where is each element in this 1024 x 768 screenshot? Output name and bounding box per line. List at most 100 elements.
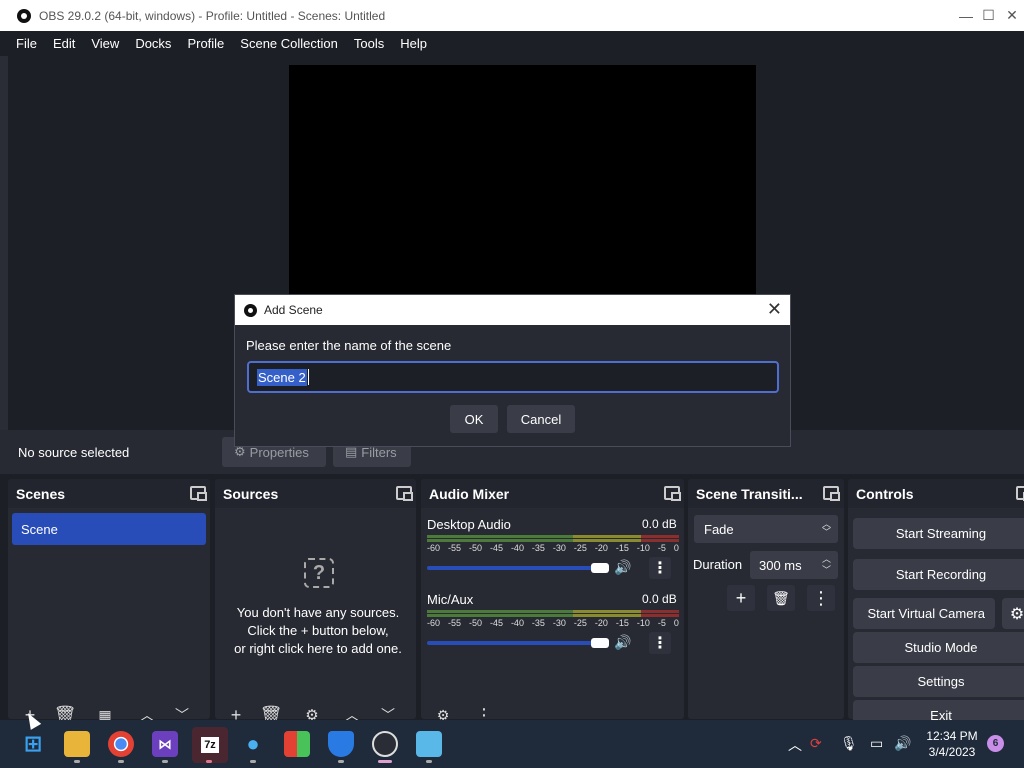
no-source-label: No source selected <box>18 445 130 460</box>
desktop-audio-menu-button[interactable]: ⋮ <box>649 557 671 579</box>
dialog-titlebar: Add Scene ✕ <box>235 295 790 325</box>
duration-value: 300 ms <box>759 557 802 573</box>
scale-tick: -60 <box>427 543 441 553</box>
duration-spinbox[interactable]: 300 ms ︿ ﹀ <box>750 551 838 579</box>
transition-select[interactable]: Fade ︿ ﹀ <box>694 515 838 543</box>
running-indicator <box>74 760 80 763</box>
speaker-icon[interactable]: 🔊 <box>614 559 631 576</box>
close-dialog-button[interactable]: ✕ <box>767 299 782 320</box>
settings-button[interactable]: Settings <box>853 666 1024 697</box>
scene-name-input[interactable]: Scene 2 <box>247 361 779 393</box>
desktop-audio-scale: -60 -55 -50 -45 -40 -35 -30 -25 -20 -15 -10 -5 0 <box>427 543 679 553</box>
kebab-icon: ⋮ <box>812 587 830 608</box>
menu-docks[interactable]: Docks <box>127 36 179 51</box>
undock-icon[interactable] <box>1016 486 1024 501</box>
scale-tick: -30 <box>552 543 566 553</box>
menu-file[interactable]: File <box>8 36 45 51</box>
mic-aux-menu-button[interactable]: ⋮ <box>649 632 671 654</box>
undock-icon[interactable] <box>823 486 840 501</box>
scale-tick: -20 <box>594 543 608 553</box>
scale-tick: -15 <box>615 543 629 553</box>
volume-icon[interactable]: 🔊 <box>894 735 911 752</box>
desktop-audio-volume-slider[interactable] <box>427 566 609 570</box>
volume-slider-knob[interactable] <box>590 563 609 573</box>
7zip-taskbar-button[interactable]: 7z <box>192 727 228 763</box>
scale-tick: -35 <box>531 618 545 628</box>
menu-profile[interactable]: Profile <box>179 36 232 51</box>
studio-mode-button[interactable]: Studio Mode <box>853 632 1024 663</box>
network-icon[interactable]: ▭ <box>870 735 883 752</box>
scale-tick: -60 <box>427 618 441 628</box>
obs-icon[interactable] <box>372 731 398 757</box>
start-recording-button[interactable]: Start Recording <box>853 559 1024 590</box>
speaker-icon[interactable]: 🔊 <box>614 634 631 651</box>
menu-tools[interactable]: Tools <box>346 36 392 51</box>
scale-tick: -15 <box>615 618 629 628</box>
scale-tick: -5 <box>657 543 666 553</box>
scale-tick: -40 <box>510 543 524 553</box>
menu-edit[interactable]: Edit <box>45 36 83 51</box>
dialog-prompt: Please enter the name of the scene <box>246 338 452 353</box>
scene-list-item[interactable]: Scene <box>12 513 206 545</box>
duration-label: Duration <box>693 557 743 572</box>
question-icon: ? <box>304 558 334 588</box>
active-indicator <box>378 760 392 763</box>
running-indicator <box>118 760 124 763</box>
clock-date[interactable]: 3/4/2023 <box>920 745 984 759</box>
volume-slider-knob[interactable] <box>590 638 609 648</box>
store-icon[interactable] <box>284 731 310 757</box>
chrome-icon[interactable] <box>108 731 134 757</box>
running-indicator <box>338 760 344 763</box>
start-streaming-button[interactable]: Start Streaming <box>853 518 1024 549</box>
maximize-button[interactable]: ☐ <box>945 0 995 31</box>
transition-selected: Fade <box>704 521 734 537</box>
scale-tick: -20 <box>594 618 608 628</box>
undock-icon[interactable] <box>190 486 207 501</box>
scale-tick: -50 <box>468 543 482 553</box>
tips-icon[interactable]: ● <box>240 731 266 757</box>
microphone-icon[interactable]: 🎙 <box>840 735 858 752</box>
defender-icon[interactable] <box>328 731 354 757</box>
close-window-button[interactable]: ✕ <box>990 0 1024 31</box>
start-virtual-camera-button[interactable]: Start Virtual Camera <box>853 598 995 629</box>
no-sources-line: Click the + button below, <box>247 623 389 638</box>
sync-icon[interactable]: ⟳ <box>810 735 822 752</box>
transition-menu-button[interactable]: ⋮ <box>807 585 835 611</box>
file-explorer-icon[interactable] <box>64 731 90 757</box>
menu-view[interactable]: View <box>83 36 127 51</box>
undock-icon[interactable] <box>664 486 681 501</box>
running-indicator <box>206 760 212 763</box>
menu-scene-collection[interactable]: Scene Collection <box>232 36 346 51</box>
window-title: OBS 29.0.2 (64-bit, windows) - Profile: … <box>39 8 386 23</box>
visual-studio-icon[interactable]: ⋈ <box>152 731 178 757</box>
remove-transition-button[interactable]: 🗑 <box>767 585 795 611</box>
mic-aux-volume-slider[interactable] <box>427 641 609 645</box>
controls-header: Controls <box>848 479 1024 508</box>
menu-bar: File Edit View Docks Profile Scene Colle… <box>0 31 1024 56</box>
obs-app-icon <box>17 8 31 23</box>
desktop-audio-db: 0.0 dB <box>642 517 677 531</box>
preview-canvas[interactable] <box>289 65 756 295</box>
scale-tick: -5 <box>657 618 666 628</box>
mic-aux-meter <box>427 610 679 618</box>
clock-time[interactable]: 12:34 PM <box>920 729 984 743</box>
scale-tick: -10 <box>636 543 650 553</box>
virtual-camera-settings-button[interactable]: ⚙ <box>1002 598 1024 629</box>
scale-tick: -55 <box>447 618 461 628</box>
cancel-button[interactable]: Cancel <box>507 405 575 433</box>
menu-help[interactable]: Help <box>392 36 435 51</box>
undock-icon[interactable] <box>396 486 413 501</box>
start-icon[interactable]: ⊞ <box>20 731 46 757</box>
notification-badge[interactable]: 6 <box>987 735 1004 752</box>
spin-icon[interactable]: ︿ ﹀ <box>822 554 831 576</box>
running-indicator <box>250 760 256 763</box>
scale-tick: -35 <box>531 543 545 553</box>
ok-button[interactable]: OK <box>450 405 498 433</box>
app-icon[interactable] <box>416 731 442 757</box>
sources-dock[interactable]: Sources <box>215 479 416 719</box>
add-transition-button[interactable]: + <box>727 585 755 611</box>
scene-item-label: Scene <box>21 521 58 537</box>
controls-title: Controls <box>856 485 914 502</box>
scale-tick: -25 <box>573 618 587 628</box>
chevron-up-icon[interactable]: ︿ <box>788 735 802 755</box>
